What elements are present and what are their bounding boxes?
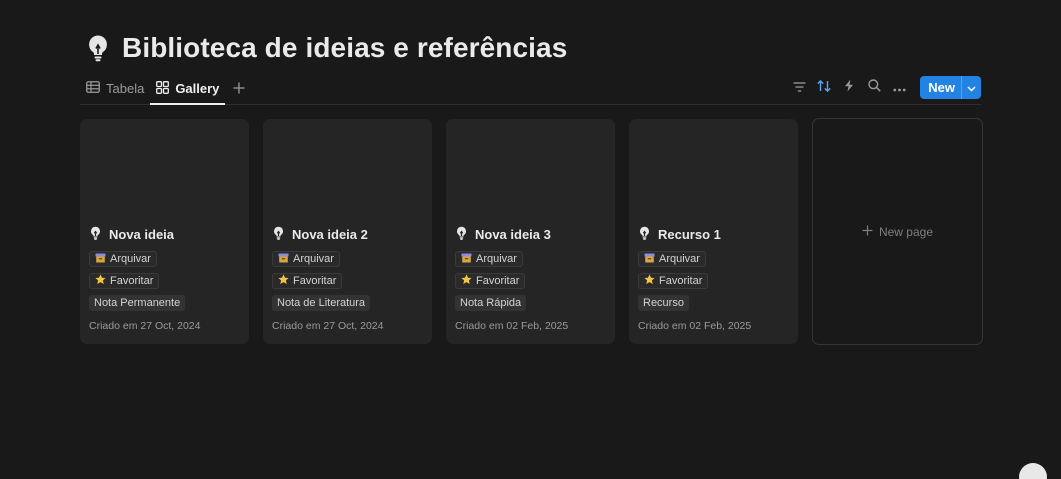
view-toolbar: Tabela Gallery New [80,74,981,105]
page-title[interactable]: Biblioteca de ideias e referências [122,32,567,64]
search-button[interactable] [864,78,884,98]
tab-gallery[interactable]: Gallery [150,74,226,105]
card-title-text: Nova ideia 3 [475,227,551,242]
gallery-grid: Nova ideia Arquivar Favoritar Nota Perma… [80,118,983,345]
card-properties: Arquivar Favoritar Recurso [638,251,709,311]
filter-button[interactable] [789,78,809,98]
page-header: Biblioteca de ideias e referências [86,32,567,64]
tab-label: Gallery [175,81,220,96]
page: Biblioteca de ideias e referências Tabel… [0,0,1061,479]
more-icon [893,79,906,97]
new-dropdown-button[interactable] [961,76,981,99]
lightbulb-icon[interactable] [86,33,110,63]
automation-button[interactable] [839,78,859,98]
favorite-label: Favoritar [110,275,154,287]
card-title: Nova ideia 3 [456,226,551,243]
star-icon [278,274,289,288]
star-icon [461,274,472,288]
card-title-text: Nova ideia 2 [292,227,368,242]
archive-box-icon [95,253,106,266]
plus-icon [233,78,245,99]
star-icon [644,274,655,288]
archive-box-icon [461,253,472,266]
archive-tag: Arquivar [638,251,706,267]
new-button[interactable]: New [920,76,961,99]
gallery-card[interactable]: Nova ideia 3 Arquivar Favoritar Nota Ráp… [446,119,615,344]
archive-label: Arquivar [110,253,151,265]
archive-tag: Arquivar [89,251,157,267]
tab-label: Tabela [106,81,145,96]
archive-label: Arquivar [476,253,517,265]
chevron-down-icon [967,79,976,97]
created-date: Criado em 02 Feb, 2025 [455,320,569,332]
archive-label: Arquivar [293,253,334,265]
sort-icon [817,79,831,97]
new-button-group: New [920,76,981,99]
created-date: Criado em 02 Feb, 2025 [638,320,752,332]
add-view-button[interactable] [225,74,253,103]
favorite-tag: Favoritar [272,273,343,289]
note-type-tag: Nota Permanente [89,295,186,311]
card-title-text: Recurso 1 [658,227,721,242]
card-title: Recurso 1 [639,226,721,243]
favorite-tag: Favoritar [638,273,709,289]
lightbulb-icon [639,226,650,243]
tab-tabela[interactable]: Tabela [80,74,150,103]
plus-icon [862,225,873,239]
gallery-card[interactable]: Nova ideia Arquivar Favoritar Nota Perma… [80,119,249,344]
created-date: Criado em 27 Oct, 2024 [89,320,201,332]
lightbulb-icon [456,226,467,243]
archive-box-icon [644,253,655,266]
created-date: Criado em 27 Oct, 2024 [272,320,384,332]
card-properties: Arquivar Favoritar Nota Rápida [455,251,527,311]
automation-icon [844,79,854,97]
note-type-tag: Nota de Literatura [272,295,371,311]
gallery-card[interactable]: Nova ideia 2 Arquivar Favoritar Nota de … [263,119,432,344]
favorite-label: Favoritar [476,275,520,287]
archive-box-icon [278,253,289,266]
lightbulb-icon [90,226,101,243]
note-type-tag: Recurso [638,295,689,311]
card-title: Nova ideia 2 [273,226,368,243]
help-button[interactable] [1019,463,1047,479]
search-icon [868,78,881,97]
favorite-tag: Favoritar [89,273,160,289]
gallery-icon [156,80,170,97]
archive-label: Arquivar [659,253,700,265]
new-page-label: New page [878,224,934,239]
gallery-card[interactable]: Recurso 1 Arquivar Favoritar Recurso Cri… [629,119,798,344]
card-properties: Arquivar Favoritar Nota de Literatura [272,251,371,311]
favorite-label: Favoritar [659,275,703,287]
card-title-text: Nova ideia [109,227,175,242]
table-icon [86,81,100,96]
view-actions: New [789,76,981,99]
favorite-tag: Favoritar [455,273,526,289]
star-icon [95,274,106,288]
view-tabs: Tabela Gallery [80,74,253,105]
card-properties: Arquivar Favoritar Nota Permanente [89,251,186,311]
favorite-label: Favoritar [293,275,337,287]
new-page-card[interactable]: New page [812,118,983,345]
card-title: Nova ideia [90,226,174,243]
more-options-button[interactable] [889,78,909,98]
filter-icon [793,79,806,97]
archive-tag: Arquivar [272,251,340,267]
sort-button[interactable] [814,78,834,98]
lightbulb-icon [273,226,284,243]
archive-tag: Arquivar [455,251,523,267]
note-type-tag: Nota Rápida [455,295,527,311]
